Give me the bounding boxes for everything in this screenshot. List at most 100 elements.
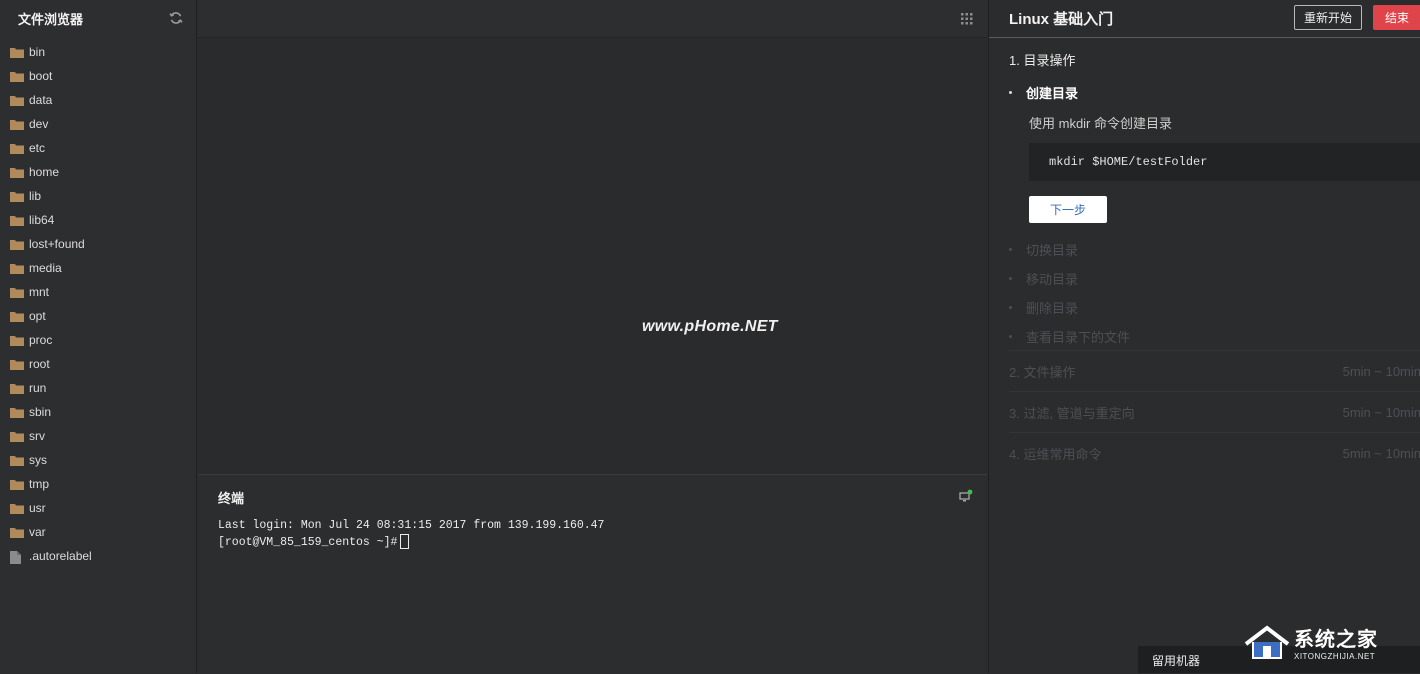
step-move-directory[interactable]: 移动目录 [1009, 269, 1078, 288]
logo-main-text: 系统之家 [1294, 629, 1378, 651]
terminal-output[interactable]: Last login: Mon Jul 24 08:31:15 2017 fro… [218, 517, 604, 551]
step-bullet [1009, 335, 1012, 338]
file-item-label: usr [29, 501, 46, 515]
step-label: 查看目录下的文件 [1026, 330, 1131, 345]
step-bullet [1009, 91, 1012, 94]
step-bullet [1009, 277, 1012, 280]
folder-icon [10, 167, 24, 178]
terminal-title: 终端 [218, 491, 245, 506]
folder-icon [10, 239, 24, 250]
section-row-title: 4. 运维常用命令 [1009, 446, 1102, 462]
file-item-label: .autorelabel [29, 549, 92, 563]
folder-item[interactable]: media [0, 256, 196, 280]
folder-item[interactable]: home [0, 160, 196, 184]
section-row-duration: 5min ~ 10min [1342, 363, 1420, 379]
folder-item[interactable]: srv [0, 424, 196, 448]
end-button[interactable]: 结束 [1373, 5, 1420, 30]
step-label: 删除目录 [1026, 301, 1079, 316]
folder-icon [10, 191, 24, 202]
folder-icon [10, 455, 24, 466]
folder-icon [10, 527, 24, 538]
folder-item[interactable]: run [0, 376, 196, 400]
file-item-label: proc [29, 333, 53, 347]
step-list-directory-files[interactable]: 查看目录下的文件 [1009, 327, 1130, 346]
folder-item[interactable]: opt [0, 304, 196, 328]
file-item-label: home [29, 165, 60, 179]
step-description: 使用 mkdir 命令创建目录 [1029, 116, 1173, 131]
file-item-label: boot [29, 69, 53, 83]
file-browser-sidebar: 文件浏览器 bin boot data dev etc home lib lib64 lost+… [0, 0, 197, 673]
folder-item[interactable]: etc [0, 136, 196, 160]
keep-machine-label: 留用机器 [1152, 654, 1201, 668]
folder-icon [10, 311, 24, 322]
section-row-title: 3. 过滤, 管道与重定向 [1009, 405, 1135, 421]
folder-item[interactable]: lib64 [0, 208, 196, 232]
code-block[interactable]: mkdir $HOME/testFolder [1029, 143, 1420, 181]
file-item-label: media [29, 261, 62, 275]
section-row-file-ops[interactable]: 2. 文件操作 5min ~ 10min [1009, 350, 1420, 391]
folder-item[interactable]: data [0, 88, 196, 112]
folder-item[interactable]: root [0, 352, 196, 376]
restart-button[interactable]: 重新开始 [1294, 5, 1362, 30]
section-row-duration: 5min ~ 10min [1342, 445, 1420, 461]
folder-item[interactable]: proc [0, 328, 196, 352]
folder-icon [10, 143, 24, 154]
file-item-label: lib64 [29, 213, 55, 227]
step-label: 创建目录 [1026, 86, 1079, 101]
course-title: Linux 基础入门 [1009, 11, 1114, 28]
file-item-label: run [29, 381, 47, 395]
step-switch-directory[interactable]: 切换目录 [1009, 240, 1078, 259]
folder-item[interactable]: lost+found [0, 232, 196, 256]
file-item[interactable]: .autorelabel [0, 544, 196, 568]
tutorial-panel: Linux 基础入门 重新开始 结束 1. 目录操作 创建目录 使用 mkdir… [988, 0, 1420, 673]
terminal-panel[interactable]: 终端 Last login: Mon Jul 24 08:31:15 2017 … [198, 474, 987, 674]
folder-item[interactable]: dev [0, 112, 196, 136]
file-item-label: etc [29, 141, 46, 155]
logo-sub-text: XITONGZHIJIA.NET [1294, 652, 1376, 661]
folder-item[interactable]: mnt [0, 280, 196, 304]
workspace-topbar [198, 0, 987, 38]
step-bullet [1009, 248, 1012, 251]
step-create-directory[interactable]: 创建目录 [1009, 83, 1078, 102]
step-label: 移动目录 [1026, 272, 1079, 287]
section-row-filter-pipe[interactable]: 3. 过滤, 管道与重定向 5min ~ 10min [1009, 391, 1420, 432]
folder-icon [10, 479, 24, 490]
folder-item[interactable]: lib [0, 184, 196, 208]
folder-icon [10, 263, 24, 274]
folder-icon [10, 119, 24, 130]
folder-icon [10, 95, 24, 106]
file-item-label: bin [29, 45, 46, 59]
step-delete-directory[interactable]: 删除目录 [1009, 298, 1078, 317]
folder-icon [10, 335, 24, 346]
section-row-title: 2. 文件操作 [1009, 364, 1076, 380]
section-row-duration: 5min ~ 10min [1342, 404, 1420, 420]
section-title-1[interactable]: 1. 目录操作 [1009, 50, 1075, 69]
folder-item[interactable]: usr [0, 496, 196, 520]
folder-item[interactable]: bin [0, 40, 196, 64]
file-item-label: sbin [29, 405, 52, 419]
folder-item[interactable]: sys [0, 448, 196, 472]
refresh-icon[interactable] [168, 10, 184, 26]
next-step-button[interactable]: 下一步 [1029, 196, 1107, 223]
folder-item[interactable]: tmp [0, 472, 196, 496]
file-item-label: srv [29, 429, 45, 443]
folder-icon [10, 47, 24, 58]
step-bullet [1009, 306, 1012, 309]
file-item-label: var [29, 525, 46, 539]
section-row-ops-commands[interactable]: 4. 运维常用命令 5min ~ 10min [1009, 432, 1420, 473]
watermark-text: www.pHome.NET [642, 318, 778, 335]
folder-item[interactable]: sbin [0, 400, 196, 424]
file-item-label: tmp [29, 477, 50, 491]
file-item-label: opt [29, 309, 46, 323]
remote-desktop-area[interactable] [198, 38, 987, 474]
step-label: 切换目录 [1026, 243, 1079, 258]
file-item-label: root [29, 357, 50, 371]
folder-icon [10, 71, 24, 82]
terminal-cursor [400, 534, 410, 550]
monitor-status-icon[interactable] [959, 489, 973, 503]
folder-item[interactable]: var [0, 520, 196, 544]
site-logo: 系统之家 XITONGZHIJIA.NET [1242, 618, 1414, 666]
folder-icon [10, 215, 24, 226]
folder-item[interactable]: boot [0, 64, 196, 88]
grid-icon[interactable] [961, 12, 973, 25]
